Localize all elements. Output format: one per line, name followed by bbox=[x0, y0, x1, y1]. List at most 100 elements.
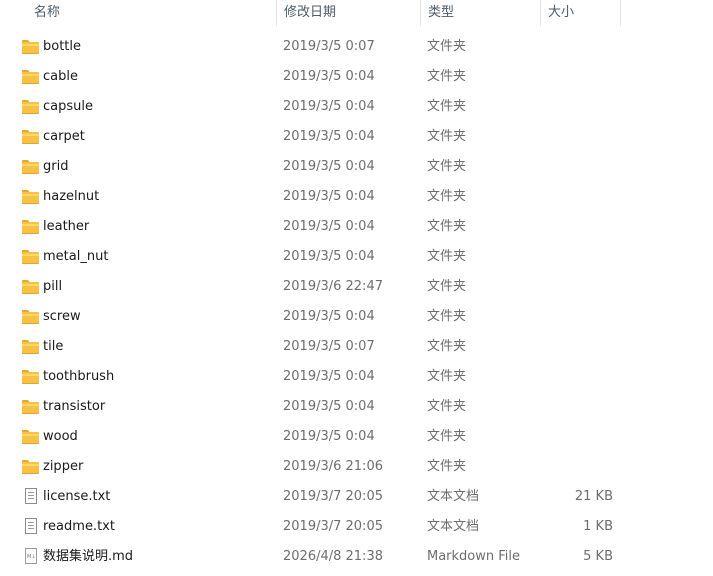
file-modified-date: 2019/3/5 0:04 bbox=[283, 399, 375, 414]
file-type: 文件夹 bbox=[427, 429, 467, 444]
file-modified-date: 2019/3/7 20:05 bbox=[283, 489, 383, 504]
file-name: license.txt bbox=[43, 489, 111, 504]
file-type: 文件夹 bbox=[427, 399, 467, 414]
file-type: 文本文档 bbox=[427, 489, 480, 504]
file-type: 文件夹 bbox=[427, 219, 467, 234]
file-type: 文件夹 bbox=[427, 39, 467, 54]
file-type: 文件夹 bbox=[427, 99, 467, 114]
file-row[interactable]: tile 2019/3/5 0:07 文件夹 bbox=[0, 332, 713, 362]
file-list: bottle 2019/3/5 0:07 文件夹 cable 2019/3/5 0:04… bbox=[0, 32, 713, 572]
file-modified-date: 2019/3/5 0:04 bbox=[283, 159, 375, 174]
file-modified-date: 2026/4/8 21:38 bbox=[283, 549, 383, 564]
file-row[interactable]: screw 2019/3/5 0:04 文件夹 bbox=[0, 302, 713, 332]
sort-up-icon: ^ bbox=[146, 0, 154, 4]
file-row[interactable]: zipper 2019/3/6 21:06 文件夹 bbox=[0, 452, 713, 482]
file-name: cable bbox=[43, 69, 78, 84]
file-modified-date: 2019/3/5 0:04 bbox=[283, 129, 375, 144]
file-row[interactable]: cable 2019/3/5 0:04 文件夹 bbox=[0, 62, 713, 92]
folder-icon bbox=[22, 370, 39, 384]
file-modified-date: 2019/3/5 0:07 bbox=[283, 39, 375, 54]
file-name: toothbrush bbox=[43, 369, 115, 384]
file-name: wood bbox=[43, 429, 78, 444]
file-name: transistor bbox=[43, 399, 106, 414]
file-row[interactable]: license.txt 2019/3/7 20:05 文本文档 21 KB bbox=[0, 482, 713, 512]
file-name: carpet bbox=[43, 129, 85, 144]
column-header-size-label: 大小 bbox=[548, 5, 575, 20]
file-name: readme.txt bbox=[43, 519, 115, 534]
file-row[interactable]: leather 2019/3/5 0:04 文件夹 bbox=[0, 212, 713, 242]
file-name: bottle bbox=[43, 39, 82, 54]
folder-icon bbox=[22, 280, 39, 294]
file-type: 文件夹 bbox=[427, 249, 467, 264]
folder-icon bbox=[22, 130, 39, 144]
file-type: 文本文档 bbox=[427, 519, 480, 534]
file-type: Markdown File bbox=[427, 549, 521, 564]
file-type: 文件夹 bbox=[427, 459, 467, 474]
file-row[interactable]: readme.txt 2019/3/7 20:05 文本文档 1 KB bbox=[0, 512, 713, 542]
column-header-date[interactable]: 修改日期 bbox=[276, 0, 421, 26]
column-header-type-label: 类型 bbox=[428, 5, 455, 20]
file-name: grid bbox=[43, 159, 69, 174]
file-modified-date: 2019/3/7 20:05 bbox=[283, 519, 383, 534]
column-header: 名称 ^ 修改日期 类型 大小 bbox=[0, 0, 713, 26]
folder-icon bbox=[22, 160, 39, 174]
file-modified-date: 2019/3/5 0:07 bbox=[283, 339, 375, 354]
folder-icon bbox=[22, 400, 39, 414]
file-modified-date: 2019/3/5 0:04 bbox=[283, 189, 375, 204]
folder-icon bbox=[22, 460, 39, 474]
file-name: metal_nut bbox=[43, 249, 109, 264]
file-modified-date: 2019/3/5 0:04 bbox=[283, 249, 375, 264]
file-row[interactable]: carpet 2019/3/5 0:04 文件夹 bbox=[0, 122, 713, 152]
file-size: 1 KB bbox=[583, 519, 613, 534]
file-size: 21 KB bbox=[574, 489, 613, 504]
text-file-icon bbox=[25, 518, 37, 534]
file-modified-date: 2019/3/5 0:04 bbox=[283, 309, 375, 324]
file-type: 文件夹 bbox=[427, 279, 467, 294]
column-header-size[interactable]: 大小 bbox=[540, 0, 621, 26]
file-row[interactable]: transistor 2019/3/5 0:04 文件夹 bbox=[0, 392, 713, 422]
file-type: 文件夹 bbox=[427, 129, 467, 144]
file-row[interactable]: hazelnut 2019/3/5 0:04 文件夹 bbox=[0, 182, 713, 212]
file-name: hazelnut bbox=[43, 189, 100, 204]
file-type: 文件夹 bbox=[427, 369, 467, 384]
folder-icon bbox=[22, 250, 39, 264]
file-row[interactable]: capsule 2019/3/5 0:04 文件夹 bbox=[0, 92, 713, 122]
file-explorer: 名称 ^ 修改日期 类型 大小 bottle2019/3/5 0:07文件夹ca… bbox=[0, 0, 713, 576]
folder-icon bbox=[22, 430, 39, 444]
file-name: capsule bbox=[43, 99, 93, 114]
file-name: zipper bbox=[43, 459, 84, 474]
file-modified-date: 2019/3/5 0:04 bbox=[283, 429, 375, 444]
file-row[interactable]: wood 2019/3/5 0:04 文件夹 bbox=[0, 422, 713, 452]
column-header-date-label: 修改日期 bbox=[284, 5, 337, 20]
column-header-name-label: 名称 bbox=[34, 5, 61, 20]
file-modified-date: 2019/3/5 0:04 bbox=[283, 219, 375, 234]
file-name: screw bbox=[43, 309, 81, 324]
folder-icon bbox=[22, 220, 39, 234]
file-modified-date: 2019/3/5 0:04 bbox=[283, 99, 375, 114]
file-type: 文件夹 bbox=[427, 339, 467, 354]
column-header-type[interactable]: 类型 bbox=[420, 0, 541, 26]
file-name: tile bbox=[43, 339, 64, 354]
file-name: leather bbox=[43, 219, 90, 234]
file-type: 文件夹 bbox=[427, 189, 467, 204]
file-row[interactable]: toothbrush 2019/3/5 0:04 文件夹 bbox=[0, 362, 713, 392]
folder-icon bbox=[22, 340, 39, 354]
file-row[interactable]: metal_nut 2019/3/5 0:04 文件夹 bbox=[0, 242, 713, 272]
file-row[interactable]: M↓ 数据集说明.md 2026/4/8 21:38 Markdown File 5 K… bbox=[0, 542, 713, 572]
file-type: 文件夹 bbox=[427, 159, 467, 174]
folder-icon bbox=[22, 40, 39, 54]
folder-icon bbox=[22, 190, 39, 204]
file-name: pill bbox=[43, 279, 63, 294]
text-file-icon bbox=[25, 488, 37, 504]
file-modified-date: 2019/3/6 21:06 bbox=[283, 459, 383, 474]
file-modified-date: 2019/3/6 22:47 bbox=[283, 279, 383, 294]
file-size: 5 KB bbox=[583, 549, 613, 564]
file-row[interactable]: bottle 2019/3/5 0:07 文件夹 bbox=[0, 32, 713, 62]
file-row[interactable]: grid 2019/3/5 0:04 文件夹 bbox=[0, 152, 713, 182]
file-modified-date: 2019/3/5 0:04 bbox=[283, 369, 375, 384]
file-row[interactable]: pill 2019/3/6 22:47 文件夹 bbox=[0, 272, 713, 302]
file-name: 数据集说明.md bbox=[43, 549, 134, 564]
folder-icon bbox=[22, 70, 39, 84]
file-type: 文件夹 bbox=[427, 69, 467, 84]
file-type: 文件夹 bbox=[427, 309, 467, 324]
